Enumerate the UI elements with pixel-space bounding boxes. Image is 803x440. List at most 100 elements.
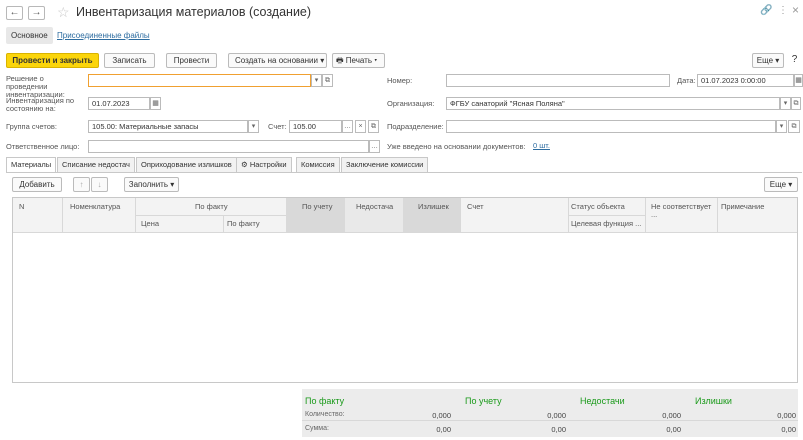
account-group-field[interactable]: 105.00: Материальные запасы bbox=[88, 120, 248, 133]
move-down-button[interactable]: ↓ bbox=[91, 177, 108, 192]
dropdown-caret-icon: ▾ bbox=[374, 56, 378, 65]
qty-shortage-value: 0,000 bbox=[662, 411, 681, 420]
col-surplus[interactable]: Излишек bbox=[418, 203, 449, 211]
col-note[interactable]: Примечание bbox=[721, 203, 764, 211]
tab-shortage-writeoff[interactable]: Списание недостач bbox=[57, 157, 135, 172]
forward-button[interactable]: → bbox=[28, 6, 45, 20]
department-field[interactable] bbox=[446, 120, 776, 133]
col-account[interactable]: Счет bbox=[467, 203, 484, 211]
col-actual-sub[interactable]: По факту bbox=[227, 220, 260, 228]
header-subdivider bbox=[135, 215, 286, 216]
dropdown-caret-icon[interactable]: ▾ bbox=[311, 74, 322, 87]
account-field[interactable]: 105.00 bbox=[289, 120, 342, 133]
number-label: Номер: bbox=[387, 76, 413, 85]
summary-panel: По факту По учету Недостачи Излишки Коли… bbox=[302, 389, 798, 437]
account-label: Счет: bbox=[268, 122, 287, 131]
col-price[interactable]: Цена bbox=[141, 220, 159, 228]
save-button[interactable]: Записать bbox=[104, 53, 155, 68]
tab-commission[interactable]: Комиссия bbox=[296, 157, 340, 172]
responsible-label: Ответственное лицо: bbox=[6, 142, 80, 151]
printer-icon: 🖶 bbox=[336, 56, 344, 65]
col-actual[interactable]: По факту bbox=[195, 203, 228, 211]
more-label: Еще bbox=[756, 56, 774, 65]
dropdown-caret-icon[interactable]: ▾ bbox=[248, 120, 259, 133]
entered-docs-link[interactable]: 0 шт. bbox=[533, 142, 550, 150]
qty-surplus-value: 0,000 bbox=[777, 411, 796, 420]
materials-table[interactable]: N Номенклатура По факту Цена По факту По… bbox=[12, 197, 798, 383]
responsible-field[interactable] bbox=[88, 140, 369, 153]
clear-icon[interactable]: × bbox=[355, 120, 366, 133]
header-subdivider bbox=[568, 215, 645, 216]
sum-actual-value: 0,00 bbox=[436, 425, 451, 434]
dropdown-caret-icon[interactable]: ▾ bbox=[776, 120, 787, 133]
table-more-label: Еще bbox=[769, 180, 787, 189]
sum-label: Сумма: bbox=[305, 425, 329, 432]
col-not-matching[interactable]: Не соответствует ... bbox=[651, 203, 715, 221]
open-link-icon[interactable]: ⧉ bbox=[322, 74, 333, 87]
close-icon[interactable]: × bbox=[792, 3, 799, 17]
qty-actual-value: 0,000 bbox=[432, 411, 451, 420]
move-up-button[interactable]: ↑ bbox=[73, 177, 90, 192]
post-and-close-button[interactable]: Провести и закрыть bbox=[6, 53, 99, 68]
fill-button[interactable]: Заполнить ▾ bbox=[124, 177, 179, 192]
decision-field[interactable] bbox=[88, 74, 311, 87]
arrow-left-icon: ← bbox=[9, 7, 20, 18]
col-object-status[interactable]: Статус объекта bbox=[571, 203, 625, 211]
summary-divider bbox=[302, 420, 798, 421]
col-n[interactable]: N bbox=[19, 203, 24, 211]
create-based-on-button[interactable]: Создать на основании ▾ bbox=[228, 53, 327, 68]
tab-commission-conclusion[interactable]: Заключение комиссии bbox=[341, 157, 429, 172]
calendar-icon[interactable]: ▦ bbox=[150, 97, 161, 110]
fill-label: Заполнить bbox=[128, 180, 169, 189]
col-shortage[interactable]: Недостача bbox=[356, 203, 393, 211]
page-title: Инвентаризация материалов (создание) bbox=[76, 5, 312, 19]
link-icon[interactable]: 🔗 bbox=[760, 5, 772, 16]
dropdown-caret-icon: ▾ bbox=[775, 56, 780, 65]
account-group-label: Группа счетов: bbox=[6, 122, 57, 131]
col-divider bbox=[62, 198, 63, 232]
col-divider bbox=[460, 198, 461, 232]
col-nomenclature[interactable]: Номенклатура bbox=[70, 203, 120, 211]
tab-settings-label: Настройки bbox=[249, 160, 287, 169]
tab-settings[interactable]: ⚙ Настройки bbox=[236, 157, 292, 172]
sum-account-value: 0,00 bbox=[551, 425, 566, 434]
col-target-function[interactable]: Целевая функция ... bbox=[571, 220, 641, 228]
organization-field[interactable]: ФГБУ санаторий "Ясная Поляна" bbox=[446, 97, 780, 110]
qty-account-value: 0,000 bbox=[547, 411, 566, 420]
tab-surplus-receipt[interactable]: Оприходование излишков bbox=[136, 157, 237, 172]
tab-materials[interactable]: Материалы bbox=[6, 157, 57, 173]
tab-divider bbox=[6, 172, 802, 173]
open-link-icon[interactable]: ⧉ bbox=[368, 120, 379, 133]
date-field[interactable]: 01.07.2023 0:00:00 bbox=[697, 74, 794, 87]
arrow-up-icon: ↑ bbox=[79, 180, 84, 189]
sum-surplus-value: 0,00 bbox=[781, 425, 796, 434]
dropdown-caret-icon[interactable]: ▾ bbox=[780, 97, 791, 110]
favorite-star-icon[interactable]: ☆ bbox=[57, 4, 70, 21]
state-date-field[interactable]: 01.07.2023 bbox=[88, 97, 150, 110]
number-field[interactable] bbox=[446, 74, 670, 87]
select-icon[interactable]: … bbox=[369, 140, 380, 153]
more-button[interactable]: Еще ▾ bbox=[752, 53, 784, 68]
section-tab-main[interactable]: Основное bbox=[6, 27, 53, 44]
arrow-down-icon: ↓ bbox=[97, 180, 102, 189]
post-button[interactable]: Провести bbox=[166, 53, 217, 68]
help-button[interactable]: ? bbox=[788, 53, 801, 68]
back-button[interactable]: ← bbox=[6, 6, 23, 20]
settings-icon: ⚙ bbox=[241, 160, 248, 169]
open-link-icon[interactable]: ⧉ bbox=[791, 97, 801, 110]
open-link-icon[interactable]: ⧉ bbox=[788, 120, 800, 133]
more-menu-icon[interactable]: ⋮ bbox=[778, 5, 788, 16]
calendar-icon[interactable]: ▦ bbox=[794, 74, 803, 87]
table-more-button[interactable]: Еще ▾ bbox=[764, 177, 798, 192]
print-button[interactable]: 🖶 Печать ▾ bbox=[332, 53, 385, 68]
entered-label: Уже введено на основании документов: bbox=[387, 142, 526, 151]
select-icon[interactable]: … bbox=[342, 120, 353, 133]
col-divider bbox=[717, 198, 718, 232]
organization-label: Организация: bbox=[387, 99, 435, 108]
section-tab-files[interactable]: Присоединенные файлы bbox=[52, 27, 155, 44]
header-divider bbox=[13, 232, 797, 233]
add-row-button[interactable]: Добавить bbox=[12, 177, 62, 192]
quantity-label: Количество: bbox=[305, 411, 345, 418]
dropdown-caret-icon: ▾ bbox=[170, 180, 175, 189]
col-by-account[interactable]: По учету bbox=[302, 203, 333, 211]
